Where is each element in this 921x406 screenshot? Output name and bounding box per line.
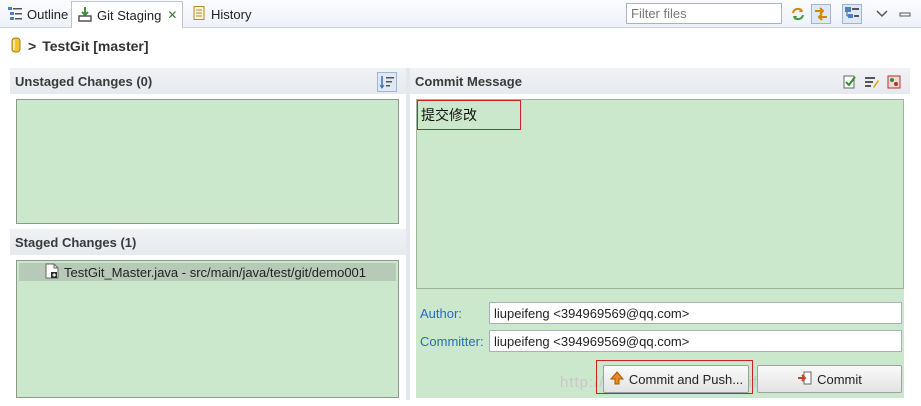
author-field[interactable] (489, 302, 902, 324)
history-icon (191, 5, 207, 24)
amend-icon[interactable] (862, 72, 882, 92)
sort-icon[interactable] (377, 72, 397, 92)
commit-message-header: Commit Message (410, 68, 910, 94)
commit-message-text: 提交修改 (417, 100, 521, 130)
close-icon[interactable]: ✕ (167, 8, 177, 22)
breadcrumb-separator: > (28, 38, 37, 54)
repository-icon (10, 37, 22, 56)
committer-label: Committer: (420, 334, 484, 349)
filter-files-input[interactable] (626, 3, 782, 24)
java-file-icon (45, 263, 59, 282)
staged-changes-title: Staged Changes (1) (15, 234, 137, 250)
gerrit-change-icon[interactable] (884, 72, 904, 92)
tab-history[interactable]: History (186, 2, 256, 27)
list-item[interactable]: TestGit_Master.java - src/main/java/test… (19, 263, 396, 281)
tree-view-icon[interactable] (842, 4, 862, 24)
staged-changes-header: Staged Changes (1) (10, 229, 406, 255)
view-menu-icon[interactable] (872, 4, 892, 24)
tab-git-staging[interactable]: Git Staging ✕ (71, 1, 184, 28)
staged-file-label: TestGit_Master.java - src/main/java/test… (64, 264, 367, 280)
refresh-icon[interactable] (788, 4, 808, 24)
highlight-box (596, 360, 753, 394)
git-staging-icon (77, 6, 93, 25)
add-signed-off-icon[interactable] (840, 72, 860, 92)
commit-message-title: Commit Message (415, 73, 522, 89)
tab-label: History (211, 7, 252, 22)
view-tab-bar: Outline Git Staging ✕ History (0, 0, 921, 28)
commit-message-input[interactable]: 提交修改 (416, 99, 904, 289)
commit-label: Commit (817, 371, 862, 387)
staged-changes-list[interactable]: TestGit_Master.java - src/main/java/test… (16, 260, 399, 398)
pane-divider[interactable] (406, 68, 410, 400)
author-label: Author: (420, 306, 462, 321)
commit-icon (797, 370, 813, 389)
link-with-selection-icon[interactable] (811, 4, 831, 24)
tab-outline[interactable]: Outline (2, 2, 73, 27)
unstaged-changes-list[interactable] (16, 99, 399, 224)
tab-label: Outline (27, 7, 69, 22)
repository-name[interactable]: TestGit [master] (42, 38, 148, 54)
tab-label: Git Staging (97, 7, 162, 23)
committer-field[interactable] (489, 330, 902, 352)
unstaged-changes-header: Unstaged Changes (0) (10, 68, 406, 94)
minimize-icon[interactable] (895, 4, 915, 24)
unstaged-changes-title: Unstaged Changes (0) (15, 73, 153, 89)
commit-button[interactable]: Commit (757, 365, 902, 393)
breadcrumb: > TestGit [master] (10, 36, 149, 56)
outline-icon (7, 5, 23, 24)
